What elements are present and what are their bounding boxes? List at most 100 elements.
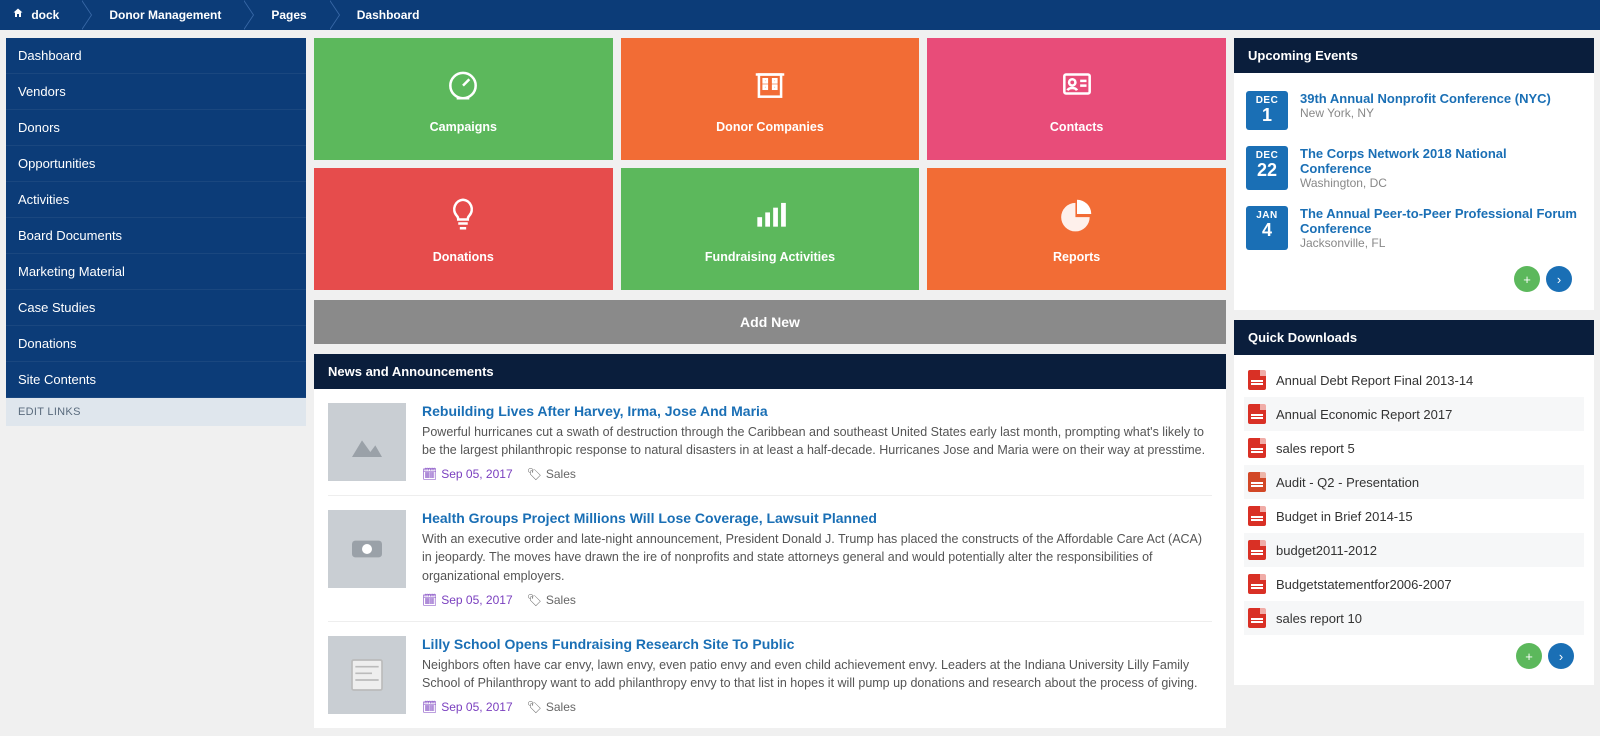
bulb-icon	[444, 195, 482, 236]
tile-contacts[interactable]: Contacts	[927, 38, 1226, 160]
building-icon	[751, 65, 789, 106]
news-title[interactable]: Rebuilding Lives After Harvey, Irma, Jos…	[422, 403, 1212, 419]
tile-label: Contacts	[1050, 120, 1103, 134]
news-heading: News and Announcements	[314, 354, 1226, 389]
sidebar-item-donors[interactable]: Donors	[6, 110, 306, 146]
news-thumbnail	[328, 403, 406, 481]
bars-icon	[751, 195, 789, 236]
sidebar-item-case-studies[interactable]: Case Studies	[6, 290, 306, 326]
sidebar: Dashboard Vendors Donors Opportunities A…	[6, 38, 306, 426]
event-title[interactable]: The Annual Peer-to-Peer Professional For…	[1300, 206, 1578, 236]
gauge-icon	[444, 65, 482, 106]
sidebar-item-opportunities[interactable]: Opportunities	[6, 146, 306, 182]
tile-reports[interactable]: Reports	[927, 168, 1226, 290]
news-title[interactable]: Health Groups Project Millions Will Lose…	[422, 510, 1212, 526]
news-thumbnail	[328, 510, 406, 588]
breadcrumb: dock Donor Management Pages Dashboard	[0, 0, 1600, 30]
event-item: JAN 4 The Annual Peer-to-Peer Profession…	[1246, 198, 1578, 258]
news-title[interactable]: Lilly School Opens Fundraising Research …	[422, 636, 1212, 652]
download-item[interactable]: budget2011-2012	[1244, 533, 1584, 567]
tile-campaigns[interactable]: Campaigns	[314, 38, 613, 160]
breadcrumb-item[interactable]: Pages	[243, 0, 328, 30]
sidebar-item-marketing-material[interactable]: Marketing Material	[6, 254, 306, 290]
calendar-icon: 🗓	[422, 467, 437, 481]
right-column: Upcoming Events DEC 1 39th Annual Nonpro…	[1234, 38, 1594, 685]
tile-fundraising[interactable]: Fundraising Activities	[621, 168, 920, 290]
add-new-button[interactable]: Add New	[314, 300, 1226, 344]
sidebar-item-vendors[interactable]: Vendors	[6, 74, 306, 110]
pdf-icon	[1248, 506, 1266, 526]
tile-label: Donor Companies	[716, 120, 824, 134]
pie-icon	[1058, 195, 1096, 236]
tag-icon: 🏷	[527, 467, 542, 481]
download-item[interactable]: Annual Debt Report Final 2013-14	[1244, 363, 1584, 397]
tag-icon: 🏷	[527, 700, 542, 714]
tag-icon: 🏷	[527, 593, 542, 607]
news-list: Rebuilding Lives After Harvey, Irma, Jos…	[314, 389, 1226, 728]
plus-icon: +	[1523, 272, 1531, 287]
sidebar-item-dashboard[interactable]: Dashboard	[6, 38, 306, 74]
downloads-more-button[interactable]: ›	[1548, 643, 1574, 669]
download-item[interactable]: Audit - Q2 - Presentation	[1244, 465, 1584, 499]
news-excerpt: Powerful hurricanes cut a swath of destr…	[422, 423, 1212, 459]
tile-donations[interactable]: Donations	[314, 168, 613, 290]
quick-downloads-panel: Quick Downloads Annual Debt Report Final…	[1234, 320, 1594, 685]
chevron-right-icon: ›	[1557, 272, 1561, 287]
event-location: Jacksonville, FL	[1300, 236, 1578, 250]
breadcrumb-home[interactable]: dock	[0, 0, 81, 30]
sidebar-item-activities[interactable]: Activities	[6, 182, 306, 218]
news-item: Lilly School Opens Fundraising Research …	[328, 622, 1212, 714]
event-datebox: JAN 4	[1246, 206, 1288, 250]
tile-label: Reports	[1053, 250, 1100, 264]
pdf-icon	[1248, 438, 1266, 458]
home-icon	[12, 8, 27, 22]
ppt-icon	[1248, 472, 1266, 492]
tile-label: Donations	[433, 250, 494, 264]
pdf-icon	[1248, 574, 1266, 594]
download-item[interactable]: sales report 5	[1244, 431, 1584, 465]
breadcrumb-item[interactable]: Donor Management	[81, 0, 243, 30]
sidebar-item-site-contents[interactable]: Site Contents	[6, 362, 306, 398]
download-item[interactable]: sales report 10	[1244, 601, 1584, 635]
tile-label: Fundraising Activities	[705, 250, 835, 264]
news-item: Rebuilding Lives After Harvey, Irma, Jos…	[328, 403, 1212, 496]
add-download-button[interactable]: +	[1516, 643, 1542, 669]
sidebar-edit-links[interactable]: EDIT LINKS	[6, 398, 306, 426]
events-heading: Upcoming Events	[1234, 38, 1594, 73]
download-item[interactable]: Annual Economic Report 2017	[1244, 397, 1584, 431]
event-location: New York, NY	[1300, 106, 1551, 120]
event-item: DEC 22 The Corps Network 2018 National C…	[1246, 138, 1578, 198]
pdf-icon	[1248, 608, 1266, 628]
event-item: DEC 1 39th Annual Nonprofit Conference (…	[1246, 83, 1578, 138]
news-meta: 🗓Sep 05, 2017 🏷Sales	[422, 700, 1212, 714]
event-title[interactable]: The Corps Network 2018 National Conferen…	[1300, 146, 1578, 176]
calendar-icon: 🗓	[422, 593, 437, 607]
event-title[interactable]: 39th Annual Nonprofit Conference (NYC)	[1300, 91, 1551, 106]
sidebar-item-board-documents[interactable]: Board Documents	[6, 218, 306, 254]
event-datebox: DEC 22	[1246, 146, 1288, 190]
id-icon	[1058, 65, 1096, 106]
pdf-icon	[1248, 404, 1266, 424]
pdf-icon	[1248, 370, 1266, 390]
events-more-button[interactable]: ›	[1546, 266, 1572, 292]
event-location: Washington, DC	[1300, 176, 1578, 190]
main-content: Campaigns Donor Companies Contacts Donat…	[314, 38, 1226, 728]
download-item[interactable]: Budget in Brief 2014-15	[1244, 499, 1584, 533]
news-thumbnail	[328, 636, 406, 714]
download-item[interactable]: Budgetstatementfor2006-2007	[1244, 567, 1584, 601]
chevron-right-icon: ›	[1559, 649, 1563, 664]
breadcrumb-item[interactable]: Dashboard	[329, 0, 442, 30]
events-list[interactable]: DEC 1 39th Annual Nonprofit Conference (…	[1246, 83, 1582, 258]
add-event-button[interactable]: +	[1514, 266, 1540, 292]
sidebar-item-donations[interactable]: Donations	[6, 326, 306, 362]
tile-donor-companies[interactable]: Donor Companies	[621, 38, 920, 160]
news-meta: 🗓Sep 05, 2017 🏷Sales	[422, 467, 1212, 481]
breadcrumb-home-label: dock	[31, 8, 59, 22]
upcoming-events-panel: Upcoming Events DEC 1 39th Annual Nonpro…	[1234, 38, 1594, 310]
news-meta: 🗓Sep 05, 2017 🏷Sales	[422, 593, 1212, 607]
news-item: Health Groups Project Millions Will Lose…	[328, 496, 1212, 621]
news-excerpt: Neighbors often have car envy, lawn envy…	[422, 656, 1212, 692]
pdf-icon	[1248, 540, 1266, 560]
downloads-list: Annual Debt Report Final 2013-14 Annual …	[1244, 363, 1584, 635]
downloads-heading: Quick Downloads	[1234, 320, 1594, 355]
